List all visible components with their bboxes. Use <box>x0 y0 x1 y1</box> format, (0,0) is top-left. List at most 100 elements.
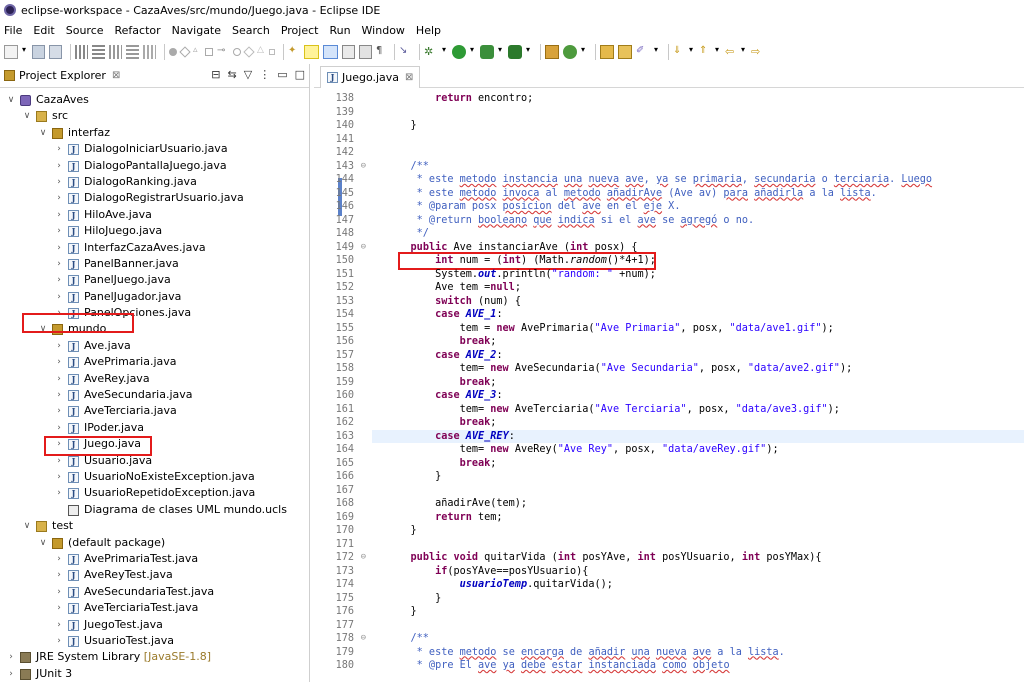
collapse-arrow-icon[interactable]: › <box>6 649 16 665</box>
expand-arrow-icon[interactable]: ∨ <box>38 321 48 337</box>
tree-item[interactable]: › J AvePrimaria.java <box>0 354 309 370</box>
code-line[interactable]: */ <box>386 227 429 241</box>
code-line[interactable]: } <box>386 470 441 484</box>
fold-toggle-icon[interactable]: ⊖ <box>361 160 366 174</box>
fold-toggle-icon[interactable]: ⊖ <box>361 551 366 565</box>
collapse-arrow-icon[interactable]: › <box>54 600 64 616</box>
menu-project[interactable]: Project <box>281 24 319 37</box>
dot-icon[interactable] <box>169 48 177 56</box>
code-line[interactable]: tem= new AveTerciaria("Ave Terciaria", p… <box>386 403 840 417</box>
collapse-arrow-icon[interactable]: › <box>54 387 64 403</box>
dropdown-arrow-icon[interactable]: ▾ <box>689 45 695 59</box>
expand-arrow-icon[interactable]: ∨ <box>6 92 16 108</box>
expand-arrow-icon[interactable]: ∨ <box>22 108 32 124</box>
collapse-arrow-icon[interactable]: › <box>54 190 64 206</box>
tree-item[interactable]: › J AveReyTest.java <box>0 567 309 583</box>
collapse-arrow-icon[interactable]: › <box>54 272 64 288</box>
tree-item[interactable]: › J JuegoTest.java <box>0 617 309 633</box>
triangle-outline-icon[interactable]: △ <box>257 45 265 59</box>
annotation-icon[interactable] <box>342 45 355 59</box>
collapse-arrow-icon[interactable]: › <box>54 256 64 272</box>
code-line[interactable]: case AVE_2: <box>386 349 503 363</box>
menu-source[interactable]: Source <box>66 24 104 37</box>
expand-arrow-icon[interactable]: ∨ <box>22 518 32 534</box>
circle-icon[interactable] <box>233 48 241 56</box>
tree-item[interactable]: › J AveTerciaria.java <box>0 403 309 419</box>
code-line[interactable]: break; <box>386 416 497 430</box>
minimize-icon[interactable]: ▭ <box>277 68 287 81</box>
code-line[interactable]: int num = (int) (Math.random()*4+1); <box>386 254 656 268</box>
code-line[interactable]: break; <box>386 457 497 471</box>
code-line[interactable]: System.out.println("random: " +num); <box>386 268 656 282</box>
tree-item[interactable]: › J AveTerciariaTest.java <box>0 600 309 616</box>
collapse-arrow-icon[interactable]: › <box>54 338 64 354</box>
collapse-arrow-icon[interactable]: › <box>54 584 64 600</box>
code-line[interactable]: break; <box>386 376 497 390</box>
collapse-arrow-icon[interactable]: › <box>54 551 64 567</box>
collapse-arrow-icon[interactable]: › <box>54 158 64 174</box>
tree-item[interactable]: › J UsuarioNoExisteException.java <box>0 469 309 485</box>
close-icon[interactable]: ⊠ <box>405 72 413 83</box>
tree-item[interactable]: › J HiloAve.java <box>0 207 309 223</box>
code-line[interactable]: return encontro; <box>386 92 533 106</box>
tree-item[interactable]: › J PanelJuego.java <box>0 272 309 288</box>
tree-item[interactable]: › J AveRey.java <box>0 371 309 387</box>
code-line[interactable]: * este metodo invoca al metodo añadirAve… <box>386 187 877 201</box>
arrow-icon[interactable]: ↘ <box>399 45 411 59</box>
code-line[interactable]: public Ave instanciarAve (int posx) { <box>386 241 638 255</box>
collapse-arrow-icon[interactable]: › <box>54 633 64 649</box>
tree-item[interactable]: › J DialogoRanking.java <box>0 174 309 190</box>
code-line[interactable]: if(posYAve==posYUsuario){ <box>386 565 588 579</box>
collapse-arrow-icon[interactable]: › <box>54 617 64 633</box>
maximize-icon[interactable]: □ <box>295 68 305 81</box>
code-line[interactable]: * este metodo se encarga de añadir una n… <box>386 646 785 660</box>
tree-item[interactable]: ∨ src <box>0 108 309 124</box>
code-line[interactable]: public void quitarVida (int posYAve, int… <box>386 551 822 565</box>
new-class-icon[interactable] <box>563 45 577 59</box>
collapse-all-icon[interactable]: ⊟ <box>211 68 220 81</box>
collapse-arrow-icon[interactable]: › <box>54 567 64 583</box>
search-wand-icon[interactable]: ✐ <box>636 45 650 59</box>
dropdown-arrow-icon[interactable]: ▾ <box>654 45 660 59</box>
code-line[interactable]: case AVE_3: <box>386 389 503 403</box>
collapse-arrow-icon[interactable]: › <box>54 485 64 501</box>
fold-toggle-icon[interactable]: ⊖ <box>361 241 366 255</box>
menu-edit[interactable]: Edit <box>33 24 54 37</box>
collapse-arrow-icon[interactable]: › <box>54 354 64 370</box>
link-icon[interactable]: ⊸ <box>217 45 229 59</box>
code-line[interactable]: } <box>386 592 441 606</box>
tree-item[interactable]: › J UsuarioRepetidoException.java <box>0 485 309 501</box>
code-line[interactable]: usuarioTemp.quitarVida(); <box>386 578 613 592</box>
code-line[interactable]: /** <box>386 632 429 646</box>
dropdown-arrow-icon[interactable]: ▾ <box>526 45 532 59</box>
pilcrow-icon[interactable]: ¶ <box>376 45 386 59</box>
tree-item[interactable]: › J AveSecundariaTest.java <box>0 584 309 600</box>
tree-item[interactable]: › J DialogoRegistrarUsuario.java <box>0 190 309 206</box>
tree-item[interactable]: ∨ CazaAves <box>0 92 309 108</box>
collapse-arrow-icon[interactable]: › <box>54 305 64 321</box>
tree-item[interactable]: ∨ test <box>0 518 309 534</box>
code-line[interactable]: return tem; <box>386 511 502 525</box>
tree-item[interactable]: Diagrama de clases UML mundo.ucls <box>0 502 309 518</box>
square-small-icon[interactable] <box>269 49 275 55</box>
code-line[interactable]: * este metodo instancia una nueva ave, y… <box>386 173 932 187</box>
code-line[interactable]: switch (num) { <box>386 295 521 309</box>
tree-item[interactable]: › J Juego.java <box>0 436 309 452</box>
save-icon[interactable] <box>32 45 45 59</box>
save-all-icon[interactable] <box>49 45 62 59</box>
dropdown-arrow-icon[interactable]: ▾ <box>715 45 721 59</box>
new-package-icon[interactable] <box>545 45 559 59</box>
code-line[interactable]: * @param posx posicion del ave en el eje… <box>386 200 681 214</box>
code-line[interactable]: tem= new AveRey("Ave Rey", posx, "data/a… <box>386 443 779 457</box>
tree-item[interactable]: ∨ mundo <box>0 321 309 337</box>
forward-icon[interactable]: ⇨ <box>751 45 763 59</box>
tree-item[interactable]: › J HiloJuego.java <box>0 223 309 239</box>
tab-juego-java[interactable]: J Juego.java ⊠ <box>320 66 421 88</box>
tree-item[interactable]: › JUnit 3 <box>0 666 309 682</box>
collapse-arrow-icon[interactable]: › <box>54 469 64 485</box>
toolbar-layout-icon[interactable] <box>92 45 105 59</box>
tree-item[interactable]: › J AveSecundaria.java <box>0 387 309 403</box>
collapse-arrow-icon[interactable]: › <box>54 141 64 157</box>
dropdown-arrow-icon[interactable]: ▾ <box>581 45 587 59</box>
menu-navigate[interactable]: Navigate <box>172 24 221 37</box>
